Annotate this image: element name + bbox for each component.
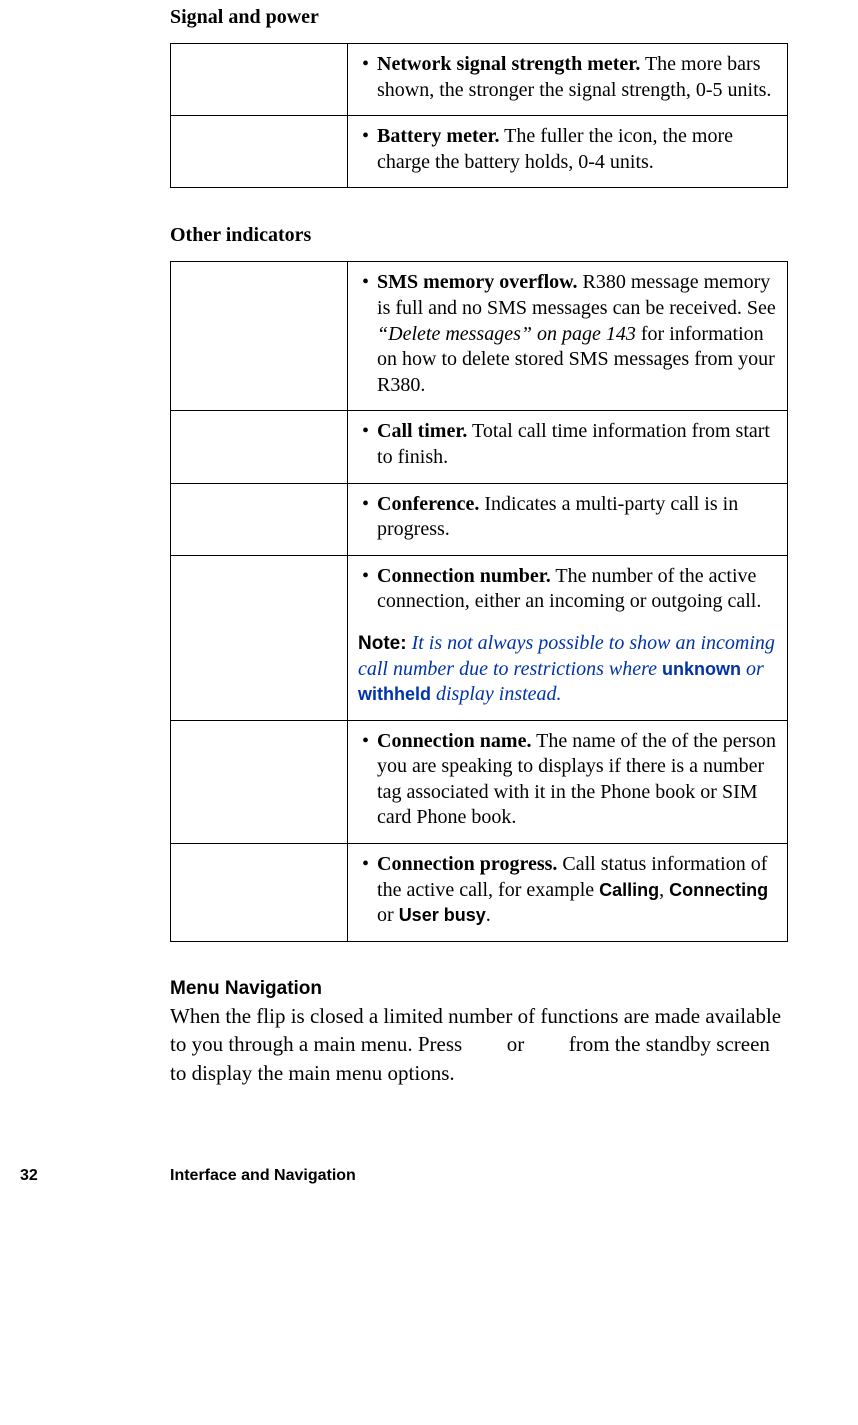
table-signal-power: • Network signal strength meter. The mor…	[170, 43, 788, 188]
heading-menu-navigation: Menu Navigation	[170, 978, 788, 1000]
bullet-icon: •	[356, 270, 377, 398]
table-row: • Connection name. The name of the of th…	[171, 720, 788, 843]
bullet-text: Battery meter. The fuller the icon, the …	[377, 124, 779, 175]
note-block: Note: It is not always possible to show …	[356, 631, 779, 708]
desc-cell: • Conference. Indicates a multi-party ca…	[348, 483, 788, 555]
heading-other-indicators: Other indicators	[170, 224, 788, 247]
bullet-icon: •	[356, 492, 377, 543]
note-label: Note:	[358, 633, 407, 654]
bullet-icon: •	[356, 124, 377, 175]
desc-cell: • Connection number. The number of the a…	[348, 555, 788, 720]
bullet-text: Connection progress. Call status informa…	[377, 852, 779, 929]
bullet-text: Connection number. The number of the act…	[377, 564, 779, 615]
bullet-icon: •	[356, 419, 377, 470]
icon-cell	[171, 483, 348, 555]
desc-cell: • Call timer. Total call time informatio…	[348, 411, 788, 483]
bullet-icon: •	[356, 729, 377, 831]
icon-cell	[171, 720, 348, 843]
bullet-icon: •	[356, 52, 377, 103]
desc-cell: • Connection progress. Call status infor…	[348, 844, 788, 942]
desc-cell: • Battery meter. The fuller the icon, th…	[348, 116, 788, 188]
icon-cell	[171, 44, 348, 116]
table-row: • Connection progress. Call status infor…	[171, 844, 788, 942]
desc-cell: • Network signal strength meter. The mor…	[348, 44, 788, 116]
page-footer: 32 Interface and Navigation	[20, 1127, 788, 1185]
table-row: • Conference. Indicates a multi-party ca…	[171, 483, 788, 555]
bullet-text: Connection name. The name of the of the …	[377, 729, 779, 831]
table-row: • Battery meter. The fuller the icon, th…	[171, 116, 788, 188]
icon-cell	[171, 116, 348, 188]
bullet-text: Call timer. Total call time information …	[377, 419, 779, 470]
desc-cell: • SMS memory overflow. R380 message memo…	[348, 262, 788, 411]
bullet-text: Conference. Indicates a multi-party call…	[377, 492, 779, 543]
menu-paragraph: When the flip is closed a limited number…	[170, 1002, 788, 1087]
bullet-icon: •	[356, 564, 377, 615]
icon-cell	[171, 262, 348, 411]
page-number: 32	[20, 1167, 170, 1185]
icon-cell	[171, 844, 348, 942]
icon-cell	[171, 411, 348, 483]
table-row: • Network signal strength meter. The mor…	[171, 44, 788, 116]
table-row: • Connection number. The number of the a…	[171, 555, 788, 720]
bullet-icon: •	[356, 852, 377, 929]
desc-cell: • Connection name. The name of the of th…	[348, 720, 788, 843]
note-text: It is not always possible to show an inc…	[358, 632, 775, 705]
table-row: • Call timer. Total call time informatio…	[171, 411, 788, 483]
icon-cell	[171, 555, 348, 720]
heading-signal-power: Signal and power	[170, 6, 788, 29]
table-row: • SMS memory overflow. R380 message memo…	[171, 262, 788, 411]
table-other-indicators: • SMS memory overflow. R380 message memo…	[170, 261, 788, 941]
bullet-text: Network signal strength meter. The more …	[377, 52, 779, 103]
footer-section-title: Interface and Navigation	[170, 1167, 356, 1185]
bullet-text: SMS memory overflow. R380 message memory…	[377, 270, 779, 398]
